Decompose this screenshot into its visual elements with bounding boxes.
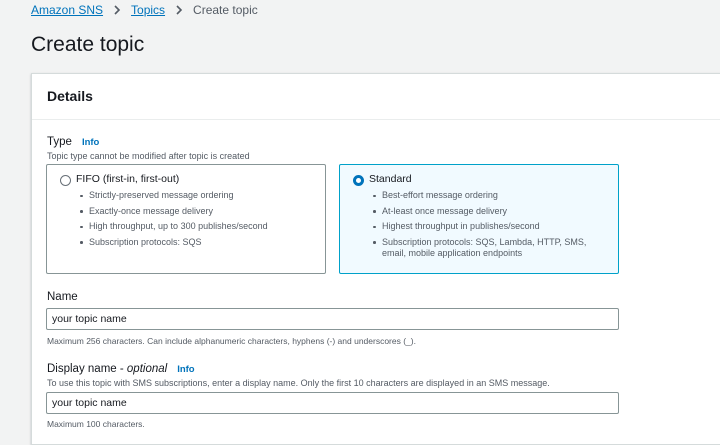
fifo-option-label: FIFO (first-in, first-out) (76, 173, 180, 185)
breadcrumb: Amazon SNS Topics Create topic (31, 2, 258, 18)
display-name-label-row: Display name - optional Info (47, 363, 195, 375)
name-constraint: Maximum 256 characters. Can include alph… (47, 336, 416, 346)
optional-tag: optional (126, 363, 168, 375)
name-label: Name (47, 291, 78, 303)
list-item: High throughput, up to 300 publishes/sec… (79, 221, 268, 232)
list-item: Subscription protocols: SQS (79, 237, 268, 248)
breadcrumb-link-topics[interactable]: Topics (131, 3, 165, 17)
chevron-right-icon (114, 5, 121, 15)
name-input[interactable] (46, 308, 619, 330)
breadcrumb-link-amazon-sns[interactable]: Amazon SNS (31, 3, 103, 17)
display-name-input[interactable] (46, 392, 619, 414)
type-description: Topic type cannot be modified after topi… (47, 151, 250, 161)
standard-feature-list: Best-effort message ordering At-least on… (372, 190, 586, 263)
list-item: Exactly-once message delivery (79, 206, 268, 217)
chevron-right-icon (176, 5, 183, 15)
details-panel-header: Details (32, 74, 720, 120)
page-title: Create topic (31, 33, 145, 56)
display-name-constraint: Maximum 100 characters. (47, 419, 145, 429)
details-panel: Details Type Info Topic type cannot be mo… (31, 73, 720, 445)
protocols-line-2: email, mobile application endpoints (382, 247, 523, 258)
display-name-label: Display name (47, 363, 117, 375)
fifo-feature-list: Strictly-preserved message ordering Exac… (79, 190, 268, 252)
radio-checked-icon[interactable] (353, 175, 364, 186)
type-label-row: Type Info (47, 136, 99, 148)
breadcrumb-current: Create topic (193, 3, 258, 17)
display-name-info-link[interactable]: Info (177, 364, 194, 375)
standard-option-label: Standard (369, 173, 412, 185)
radio-unchecked-icon[interactable] (60, 175, 71, 186)
type-label: Type (47, 136, 72, 148)
list-item: Subscription protocols: SQS, Lambda, HTT… (372, 237, 586, 259)
list-item: At-least once message delivery (372, 206, 586, 217)
list-item: Best-effort message ordering (372, 190, 586, 201)
type-info-link[interactable]: Info (82, 137, 99, 148)
details-title: Details (47, 88, 93, 104)
standard-option-tile[interactable]: Standard Best-effort message ordering At… (339, 164, 619, 274)
protocols-line-1: Subscription protocols: SQS, Lambda, HTT… (382, 236, 587, 247)
label-dash: - (116, 363, 127, 375)
display-name-description: To use this topic with SMS subscriptions… (47, 378, 550, 388)
list-item: Strictly-preserved message ordering (79, 190, 268, 201)
list-item: Highest throughput in publishes/second (372, 221, 586, 232)
fifo-option-tile[interactable]: FIFO (first-in, first-out) Strictly-pres… (46, 164, 326, 274)
